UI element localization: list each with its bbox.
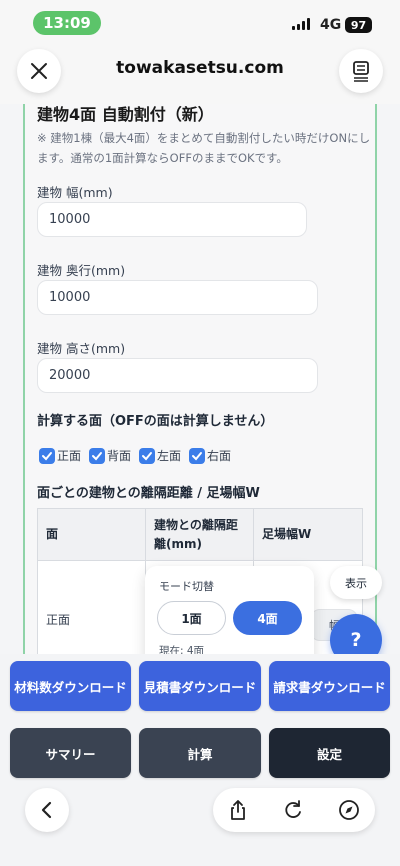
column-header-face: 面: [37, 508, 146, 561]
reload-icon: [285, 800, 301, 818]
checkbox-checked-icon: [39, 447, 55, 464]
browser-toolbar: towakasetsu.com: [0, 44, 400, 104]
face-checkboxes: 正面 背面 左面 右面: [39, 447, 231, 464]
faces-heading: 計算する面（OFFの面は計算しません）: [37, 414, 274, 429]
checkbox-checked-icon: [89, 447, 106, 464]
checkbox-label: 背面: [107, 449, 132, 463]
share-icon: [231, 800, 245, 820]
chevron-left-icon: [41, 801, 52, 819]
menu-icon: [353, 61, 369, 82]
mode-4-face-button[interactable]: 4面: [233, 601, 302, 635]
checkbox-left[interactable]: 左面: [139, 447, 181, 464]
summary-button[interactable]: サマリー: [10, 728, 131, 778]
checkbox-label: 右面: [207, 449, 232, 463]
estimate-download-button[interactable]: 見積書ダウンロード: [139, 661, 261, 711]
calculate-button[interactable]: 計算: [139, 728, 261, 778]
status-bar: 13:09 4G 97: [0, 0, 400, 44]
depth-label: 建物 奥行(mm): [37, 263, 126, 278]
width-label: 建物 幅(mm): [37, 185, 113, 200]
action-panel: 材料数ダウンロード 見積書ダウンロード 請求書ダウンロード サマリー 計算 設定: [0, 654, 400, 866]
tabs-menu-button[interactable]: [339, 49, 383, 93]
checkbox-checked-icon: [189, 447, 206, 464]
signal-icon: [292, 18, 310, 30]
popover-title: モード切替: [159, 580, 214, 593]
checkbox-front[interactable]: 正面: [39, 447, 81, 464]
network-label: 4G: [320, 17, 342, 33]
invoice-download-button[interactable]: 請求書ダウンロード: [269, 661, 390, 711]
mode-1-face-button[interactable]: 1面: [157, 601, 226, 635]
status-time: 13:09: [33, 11, 101, 35]
show-button[interactable]: 表示: [330, 566, 382, 599]
section-note: ※ 建物1棟（最大4面）をまとめて自動割付したい時だけONにします。通常の1面計…: [37, 131, 371, 165]
materials-download-button[interactable]: 材料数ダウンロード: [10, 661, 131, 711]
column-header-width: 足場幅W: [253, 508, 363, 561]
depth-input[interactable]: 10000: [37, 280, 318, 315]
table-header-row: 面 建物との離隔距離(mm) 足場幅W: [37, 508, 363, 561]
width-input[interactable]: 10000: [37, 202, 307, 237]
settings-button[interactable]: 設定: [269, 728, 390, 778]
compass-button[interactable]: [337, 798, 361, 822]
height-label: 建物 高さ(mm): [37, 341, 126, 356]
browser-actions: [213, 788, 375, 832]
share-button[interactable]: [226, 798, 250, 822]
checkbox-label: 左面: [157, 449, 182, 463]
column-header-distance: 建物との離隔距離(mm): [145, 508, 254, 561]
battery-icon: 97: [345, 17, 372, 33]
face-cell: 正面: [37, 560, 146, 654]
reload-button[interactable]: [281, 798, 305, 822]
checkbox-label: 正面: [57, 449, 82, 463]
height-input[interactable]: 20000: [37, 358, 318, 393]
back-button[interactable]: [25, 788, 69, 832]
checkbox-right[interactable]: 右面: [189, 447, 231, 464]
section-title: 建物4面 自動割付（新）: [37, 105, 214, 124]
checkbox-back[interactable]: 背面: [89, 447, 131, 464]
compass-icon: [339, 800, 359, 820]
distance-heading: 面ごとの建物との離隔距離 / 足場幅W: [37, 486, 260, 501]
checkbox-checked-icon: [139, 447, 156, 464]
